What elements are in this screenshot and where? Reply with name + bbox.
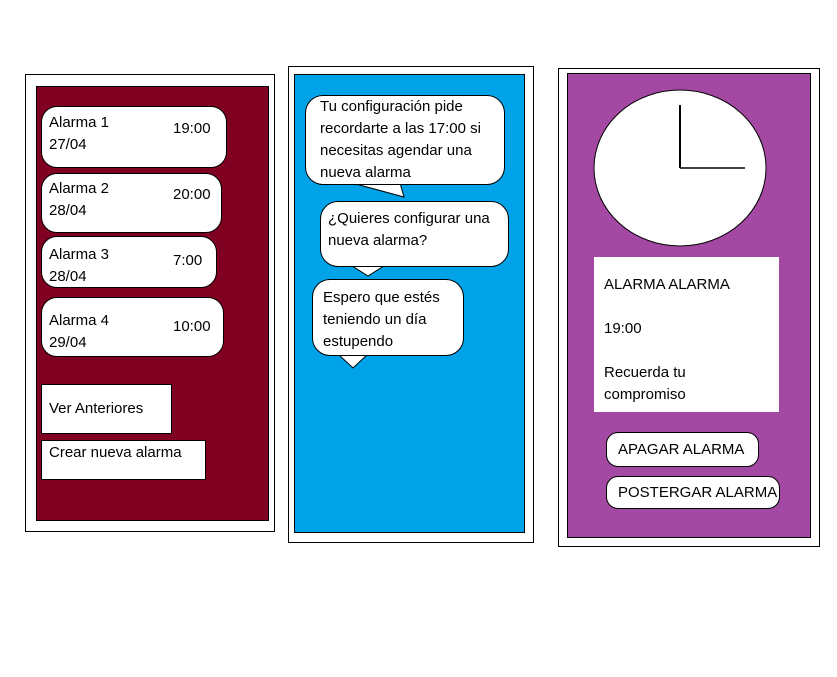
message-line: Tu configuración pide [320, 98, 463, 115]
message-line: Espero que estés [323, 289, 440, 306]
assistant-message-1: Tu configuración pide recordarte a las 1… [305, 95, 505, 185]
assistant-message-2[interactable]: ¿Quieres configurar una nueva alarma? [320, 201, 509, 267]
view-previous-label: Ver Anteriores [49, 400, 144, 417]
alarm-item-3[interactable]: Alarma 3 28/04 7:00 [41, 236, 217, 288]
message-line: estupendo [323, 333, 394, 350]
create-alarm-label: Crear nueva alarma [49, 444, 182, 461]
alarm-name: Alarma 3 [49, 246, 110, 263]
alert-title: ALARMA ALARMA [604, 276, 730, 293]
stop-alarm-label: APAGAR ALARMA [618, 441, 745, 458]
alarm-time: 20:00 [173, 186, 211, 203]
alert-note-line: compromiso [604, 386, 686, 403]
alert-note-line: Recuerda tu [604, 364, 686, 381]
alarm-date: 28/04 [49, 202, 87, 219]
assistant-message-3: Espero que estés teniendo un día estupen… [312, 279, 464, 356]
create-alarm-button[interactable]: Crear nueva alarma [41, 440, 206, 480]
alarm-time: 19:00 [173, 120, 211, 137]
alarm-date: 29/04 [49, 334, 87, 351]
message-line: nueva alarma? [328, 232, 428, 249]
message-line: ¿Quieres configurar una [328, 210, 490, 227]
alarm-date: 27/04 [49, 136, 87, 153]
alarm-name: Alarma 1 [49, 114, 110, 131]
alert-time: 19:00 [604, 320, 642, 337]
alarm-name: Alarma 2 [49, 180, 110, 197]
message-line: recordarte a las 17:00 si [320, 120, 481, 137]
alarm-alert-card: ALARMA ALARMA 19:00 Recuerda tu compromi… [594, 257, 779, 412]
stop-alarm-button[interactable]: APAGAR ALARMA [606, 432, 759, 467]
message-line: necesitas agendar una [320, 142, 472, 159]
view-previous-button[interactable]: Ver Anteriores [41, 384, 172, 434]
alarm-item-4[interactable]: Alarma 4 29/04 10:00 [41, 297, 224, 357]
alarm-name: Alarma 4 [49, 312, 110, 329]
alarm-item-1[interactable]: Alarma 1 27/04 19:00 [41, 106, 227, 168]
snooze-alarm-button[interactable]: POSTERGAR ALARMA [606, 476, 780, 509]
message-line: teniendo un día [323, 311, 427, 328]
alarm-item-2[interactable]: Alarma 2 28/04 20:00 [41, 173, 222, 233]
alarm-time: 10:00 [173, 318, 211, 335]
alarm-date: 28/04 [49, 268, 87, 285]
snooze-alarm-label: POSTERGAR ALARMA [618, 484, 778, 501]
message-line: nueva alarma [320, 164, 411, 181]
alarm-time: 7:00 [173, 252, 203, 269]
